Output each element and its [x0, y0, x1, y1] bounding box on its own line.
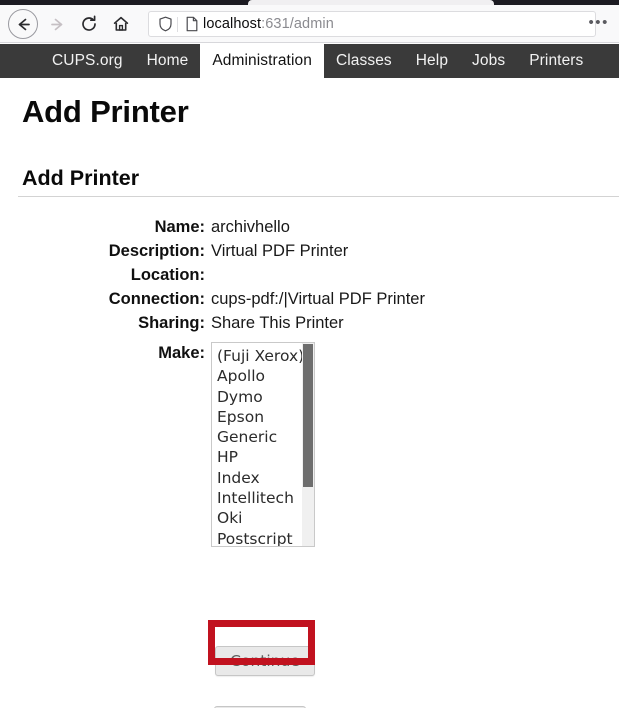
field-label-location: Location:	[130, 266, 205, 284]
reload-button[interactable]	[74, 9, 104, 39]
make-option[interactable]: (Fuji Xerox)	[212, 346, 314, 366]
address-bar-separator	[177, 16, 178, 32]
make-option[interactable]: Apollo	[212, 366, 314, 386]
make-option[interactable]: Generic	[212, 427, 314, 447]
field-label-sharing: Sharing:	[138, 314, 205, 332]
continue-button[interactable]: Continue	[215, 646, 315, 676]
make-option[interactable]: Dymo	[212, 387, 314, 407]
nav-tab-cups-org[interactable]: CUPS.org	[40, 44, 135, 78]
field-row-sharing: Sharing: Share This Printer	[0, 314, 619, 338]
reload-icon	[80, 15, 98, 33]
page-content: Add Printer Add Printer Name: archivhell…	[0, 78, 619, 708]
field-value-description: Virtual PDF Printer	[211, 242, 349, 260]
nav-tab-help[interactable]: Help	[404, 44, 460, 78]
back-button[interactable]	[8, 9, 38, 39]
arrow-right-icon	[49, 16, 66, 33]
make-listbox[interactable]: (Fuji Xerox) Apollo Dymo Epson Generic H…	[211, 342, 315, 547]
make-listbox-scrollbar[interactable]	[302, 343, 314, 546]
make-option[interactable]: Oki	[212, 508, 314, 528]
make-option[interactable]: Postscript	[212, 529, 314, 546]
heading-divider	[18, 196, 619, 197]
field-value-name: archivhello	[211, 218, 290, 236]
forward-button	[42, 9, 72, 39]
field-row-make: Make: (Fuji Xerox) Apollo Dymo Epson Gen…	[0, 342, 619, 547]
field-value-connection: cups-pdf:/|Virtual PDF Printer	[211, 290, 425, 308]
address-bar[interactable]: localhost:631/admin	[148, 11, 596, 37]
make-option[interactable]: Intellitech	[212, 488, 314, 508]
browser-toolbar: localhost:631/admin •••	[0, 5, 619, 43]
url-host: localhost	[203, 16, 262, 32]
field-row-description: Description: Virtual PDF Printer	[0, 242, 619, 266]
nav-tab-home[interactable]: Home	[135, 44, 201, 78]
shield-icon[interactable]	[155, 16, 175, 32]
page-title: Add Printer	[22, 94, 189, 129]
page-document-icon[interactable]	[183, 16, 201, 32]
field-label-description: Description:	[108, 242, 205, 260]
arrow-left-icon	[15, 16, 32, 33]
home-icon	[112, 15, 130, 33]
cups-nav-bar: CUPS.org Home Administration Classes Hel…	[0, 44, 619, 78]
make-option[interactable]: Epson	[212, 407, 314, 427]
nav-tab-printers[interactable]: Printers	[517, 44, 595, 78]
field-value-sharing: Share This Printer	[211, 314, 344, 332]
nav-tab-administration[interactable]: Administration	[200, 44, 324, 78]
field-row-name: Name: archivhello	[0, 218, 619, 242]
address-bar-text: localhost:631/admin	[201, 16, 334, 32]
printer-summary-form: Name: archivhello Description: Virtual P…	[0, 218, 619, 547]
nav-tab-classes[interactable]: Classes	[324, 44, 404, 78]
meatball-menu-icon[interactable]: •••	[588, 15, 609, 30]
field-label-connection: Connection:	[108, 290, 205, 308]
url-path: :631/admin	[261, 16, 334, 32]
field-row-location: Location:	[0, 266, 619, 290]
continue-button-wrapper: Continue	[215, 646, 315, 676]
home-button[interactable]	[106, 9, 136, 39]
section-heading: Add Printer	[22, 166, 140, 190]
make-option[interactable]: Index	[212, 468, 314, 488]
field-label-make: Make:	[158, 344, 205, 362]
nav-tab-jobs[interactable]: Jobs	[460, 44, 517, 78]
browser-window: localhost:631/admin ••• CUPS.org Home Ad…	[0, 0, 619, 708]
field-label-name: Name:	[154, 218, 205, 236]
make-listbox-scrollbar-thumb[interactable]	[303, 344, 313, 487]
make-option[interactable]: HP	[212, 447, 314, 467]
field-row-connection: Connection: cups-pdf:/|Virtual PDF Print…	[0, 290, 619, 314]
